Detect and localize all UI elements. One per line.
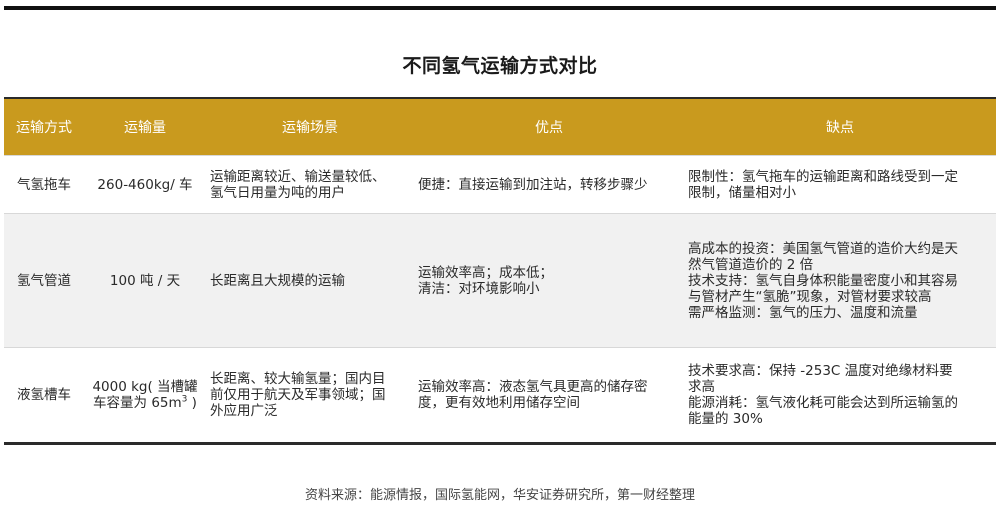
top-rule bbox=[4, 6, 996, 10]
source-note: 资料来源：能源情报，国际氢能网，华安证券研究所，第一财经整理 bbox=[304, 488, 695, 503]
cell-cons-line: 限制性：氢气拖车的运输距离和路线受到一定 bbox=[688, 168, 958, 185]
header-cons: 缺点 bbox=[684, 97, 996, 156]
cell-cons-line: 与管材产生“氢脆”现象，对管材要求较高 bbox=[688, 288, 932, 305]
cell-scene-line: 长距离且大规模的运输 bbox=[210, 272, 345, 289]
cell-method: 气氢拖车 bbox=[4, 155, 84, 214]
table-row: 液氢槽车 4000 kg( 当槽罐 车容量为 65m3 ) 长距离、较大输氢量；… bbox=[4, 347, 996, 445]
cell-scene-line: 运输距离较近、输送量较低、 bbox=[210, 168, 386, 185]
header-volume: 运输量 bbox=[84, 97, 206, 156]
cell-pros-line: 清洁：对环境影响小 bbox=[418, 280, 540, 297]
cell-cons-line: 技术支持：氢气自身体积能量密度小和其容易 bbox=[688, 272, 958, 289]
cell-scene: 运输距离较近、输送量较低、 氢气日用量为吨的用户 bbox=[206, 155, 414, 214]
cell-scene-line: 氢气日用量为吨的用户 bbox=[210, 184, 345, 201]
cell-pros-line: 运输效率高：液态氢气具更高的储存密 bbox=[418, 379, 648, 395]
comparison-table-wrapper: 运输方式 运输量 运输场景 优点 缺点 气氢拖车 260-460kg/ 车 运输… bbox=[4, 97, 996, 445]
cell-method: 氢气管道 bbox=[4, 213, 84, 348]
cell-pros-line: 运输效率高；成本低； bbox=[418, 264, 553, 281]
cell-cons-line: 求高 bbox=[688, 379, 715, 395]
cell-scene-line: 前仅用于航天及军事领域；国 bbox=[210, 387, 386, 403]
cell-cons-line: 然气管道造价的 2 倍 bbox=[688, 256, 814, 273]
cell-pros: 运输效率高；成本低； 清洁：对环境影响小 bbox=[414, 213, 684, 348]
cell-pros-line: 度，更有效地利用储存空间 bbox=[418, 395, 580, 411]
cell-volume-text: ) bbox=[187, 395, 197, 411]
cell-volume-text: 车容量为 65m bbox=[93, 395, 182, 411]
header-method: 运输方式 bbox=[4, 97, 84, 156]
cell-cons: 高成本的投资：美国氢气管道的造价大约是天 然气管道造价的 2 倍 技术支持：氢气… bbox=[684, 213, 996, 348]
cell-volume: 260-460kg/ 车 bbox=[84, 155, 206, 214]
cell-scene-line: 外应用广泛 bbox=[210, 403, 278, 419]
cell-cons-line: 能量的 30% bbox=[688, 411, 763, 427]
cell-pros: 便捷：直接运输到加注站，转移步骤少 bbox=[414, 155, 684, 214]
cell-cons-line: 能源消耗：氢气液化耗可能会达到所运输氢的 bbox=[688, 395, 958, 411]
cell-scene: 长距离且大规模的运输 bbox=[206, 213, 414, 348]
cell-volume-line: 100 吨 / 天 bbox=[109, 272, 181, 289]
cell-volume: 4000 kg( 当槽罐 车容量为 65m3 ) bbox=[84, 347, 206, 445]
cell-cons: 限制性：氢气拖车的运输距离和路线受到一定 限制，储量相对小 bbox=[684, 155, 996, 214]
cell-volume-line: 4000 kg( 当槽罐 bbox=[92, 379, 198, 395]
header-pros: 优点 bbox=[414, 97, 684, 156]
cell-scene: 长距离、较大输氢量；国内目 前仅用于航天及军事领域；国 外应用广泛 bbox=[206, 347, 414, 445]
cell-cons-line: 限制，储量相对小 bbox=[688, 184, 796, 201]
table-row: 氢气管道 100 吨 / 天 长距离且大规模的运输 运输效率高；成本低； 清洁：… bbox=[4, 213, 996, 348]
cell-scene-line: 长距离、较大输氢量；国内目 bbox=[210, 371, 386, 387]
comparison-table: 运输方式 运输量 运输场景 优点 缺点 气氢拖车 260-460kg/ 车 运输… bbox=[4, 97, 996, 445]
table-row: 气氢拖车 260-460kg/ 车 运输距离较近、输送量较低、 氢气日用量为吨的… bbox=[4, 155, 996, 214]
cell-volume: 100 吨 / 天 bbox=[84, 213, 206, 348]
cell-volume-line: 车容量为 65m3 ) bbox=[88, 395, 202, 411]
cell-method: 液氢槽车 bbox=[4, 347, 84, 445]
cell-pros-line: 便捷：直接运输到加注站，转移步骤少 bbox=[418, 176, 648, 193]
cell-cons-line: 需严格监测：氢气的压力、温度和流量 bbox=[688, 304, 918, 321]
cell-cons: 技术要求高：保持 -253C 温度对绝缘材料要 求高 能源消耗：氢气液化耗可能会… bbox=[684, 347, 996, 445]
header-scene: 运输场景 bbox=[206, 97, 414, 156]
table-header-row: 运输方式 运输量 运输场景 优点 缺点 bbox=[4, 97, 996, 156]
cell-cons-line: 技术要求高：保持 -253C 温度对绝缘材料要 bbox=[688, 363, 953, 379]
cell-cons-line: 高成本的投资：美国氢气管道的造价大约是天 bbox=[688, 240, 958, 257]
cell-volume-line: 260-460kg/ 车 bbox=[97, 176, 193, 193]
cell-pros: 运输效率高：液态氢气具更高的储存密 度，更有效地利用储存空间 bbox=[414, 347, 684, 445]
page-title: 不同氢气运输方式对比 bbox=[402, 55, 598, 77]
